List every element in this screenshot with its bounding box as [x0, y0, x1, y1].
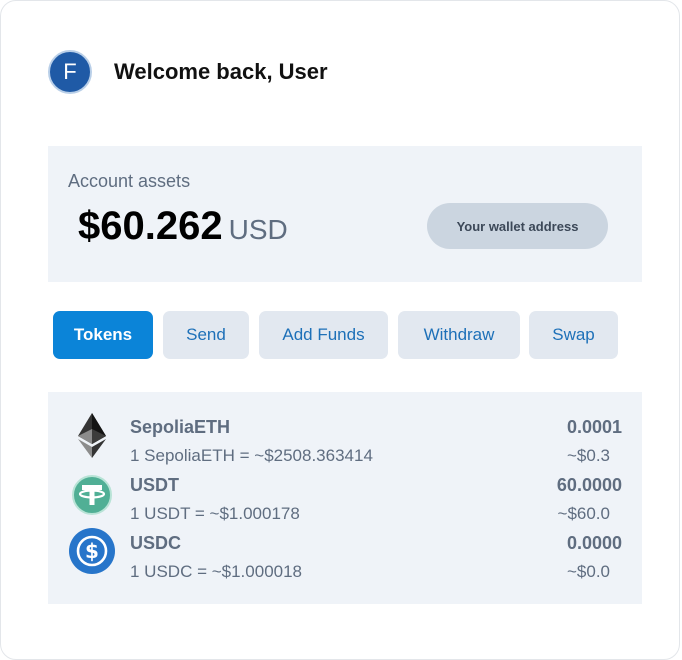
token-rate: 1 USDC = ~$1.000018: [130, 562, 303, 581]
token-row-sepoliaeth[interactable]: SepoliaETH 1 SepoliaETH = ~$2508.363414 …: [48, 413, 642, 475]
token-row-usdt[interactable]: USDT 1 USDT = ~$1.000178 60.0000 ~$60.0: [48, 475, 642, 533]
ethereum-icon: [78, 413, 106, 458]
usdc-icon: $: [69, 528, 115, 574]
token-rate: 1 USDT = ~$1.000178: [130, 504, 300, 523]
wallet-card: F Welcome back, User Account assets $60.…: [0, 0, 680, 660]
token-row-usdc[interactable]: $ USDC 1 USDC = ~$1.000018 0.0000 ~$0.0: [48, 528, 642, 591]
header: F Welcome back, User: [48, 50, 328, 94]
token-usd-value: ~$0.0: [566, 562, 610, 581]
account-assets-label: Account assets: [68, 171, 191, 191]
tab-swap[interactable]: Swap: [529, 311, 618, 359]
tab-add-funds[interactable]: Add Funds: [259, 311, 388, 359]
tab-send[interactable]: Send: [163, 311, 249, 359]
tab-tokens[interactable]: Tokens: [53, 311, 153, 359]
token-name: SepoliaETH: [130, 417, 231, 437]
wallet-address-button[interactable]: Your wallet address: [427, 203, 608, 249]
avatar[interactable]: F: [48, 50, 92, 94]
token-rate: 1 SepoliaETH = ~$2508.363414: [130, 446, 373, 465]
token-name: USDT: [130, 475, 179, 495]
welcome-heading: Welcome back, User: [114, 59, 328, 84]
token-quantity: 60.0000: [556, 475, 622, 495]
tether-icon: [72, 475, 112, 515]
token-name: USDC: [130, 533, 182, 553]
svg-text:$: $: [85, 539, 99, 563]
token-quantity: 0.0000: [566, 533, 622, 553]
account-assets-panel: Account assets $60.262 USD Your wallet a…: [48, 146, 642, 282]
tab-withdraw[interactable]: Withdraw: [398, 311, 520, 359]
balance: $60.262 USD: [78, 204, 288, 249]
balance-currency: USD: [228, 214, 288, 245]
token-quantity: 0.0001: [566, 417, 622, 437]
balance-amount: $60.262: [78, 204, 223, 248]
token-usd-value: ~$0.3: [566, 446, 610, 465]
token-usd-value: ~$60.0: [557, 504, 610, 523]
token-list: SepoliaETH 1 SepoliaETH = ~$2508.363414 …: [48, 392, 642, 604]
